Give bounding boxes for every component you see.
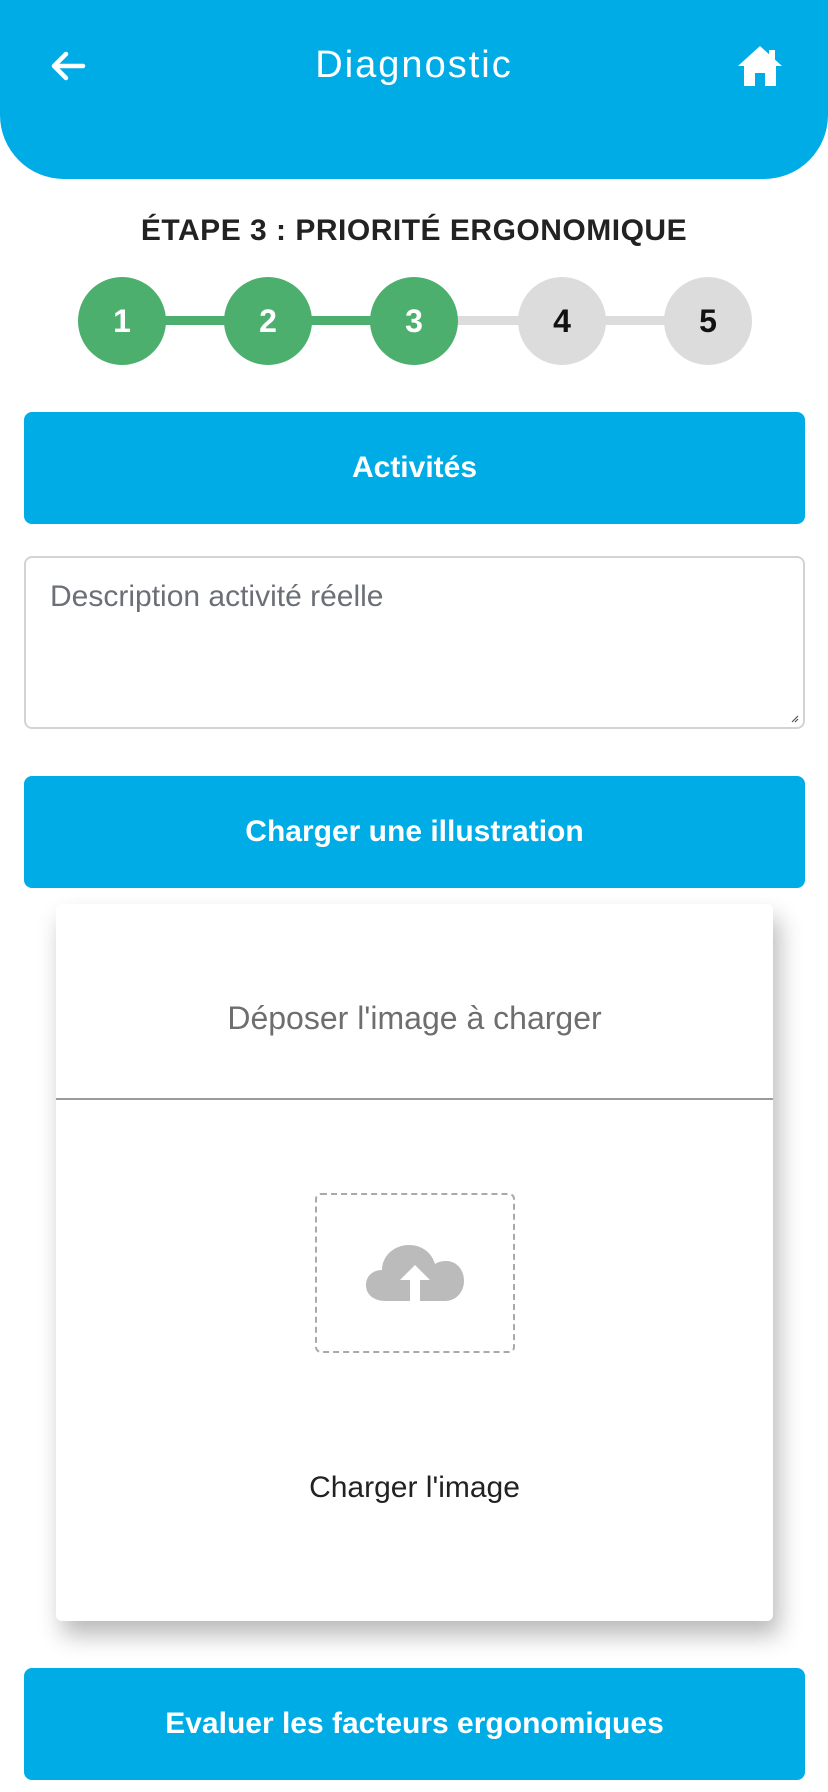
drop-zone-label: Déposer l'image à charger — [227, 1000, 602, 1036]
step-2: 2 — [224, 277, 312, 365]
step-4: 4 — [518, 277, 606, 365]
step-3: 3 — [370, 277, 458, 365]
home-icon — [738, 46, 782, 86]
description-field[interactable] — [26, 558, 803, 727]
load-image-button[interactable]: Charger l'image — [56, 1471, 773, 1505]
image-drop-zone[interactable] — [315, 1193, 515, 1353]
back-button[interactable] — [46, 44, 90, 88]
image-upload-card: Déposer l'image à charger Charger l'imag… — [56, 904, 773, 1621]
description-field-container — [24, 556, 805, 729]
step-connector — [598, 316, 670, 325]
upload-illustration-button[interactable]: Charger une illustration — [24, 776, 805, 888]
progress-stepper: 1 2 3 4 5 — [0, 275, 828, 365]
step-1: 1 — [78, 277, 166, 365]
step-connector — [306, 316, 378, 325]
step-connector — [160, 316, 232, 325]
activities-button[interactable]: Activités — [24, 412, 805, 524]
arrow-left-icon — [51, 51, 86, 81]
app-header: Diagnostic — [0, 0, 828, 179]
step-5: 5 — [664, 277, 752, 365]
card-divider — [56, 1098, 773, 1100]
cloud-upload-icon — [366, 1245, 464, 1301]
step-title: ÉTAPE 3 : PRIORITÉ ERGONOMIQUE — [140, 214, 688, 247]
evaluate-factors-button[interactable]: Evaluer les facteurs ergonomiques — [24, 1668, 805, 1780]
home-button[interactable] — [734, 40, 786, 92]
resize-handle-icon[interactable] — [789, 713, 799, 723]
step-connector — [452, 316, 524, 325]
page-title: Diagnostic — [315, 44, 513, 86]
